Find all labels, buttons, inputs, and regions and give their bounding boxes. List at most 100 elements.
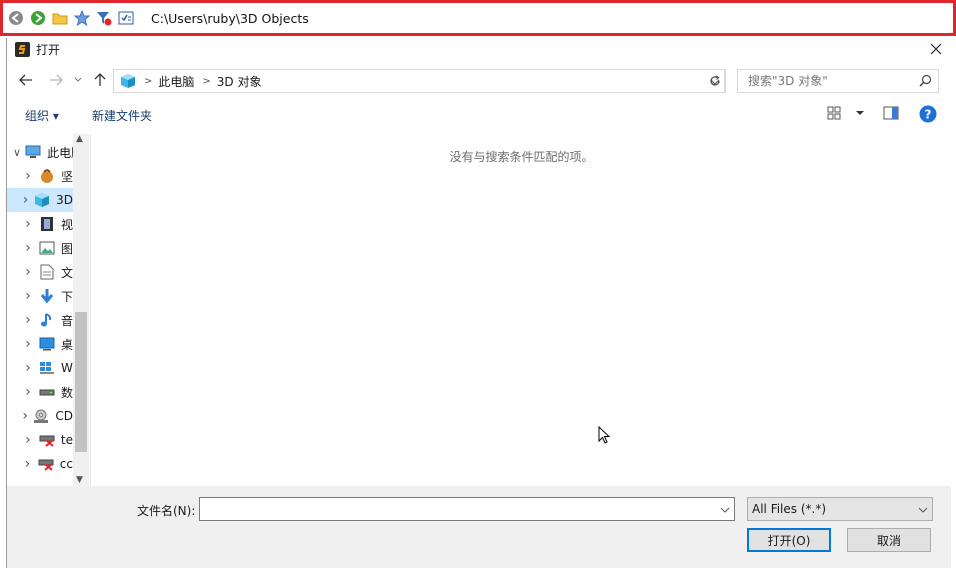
- chevron-right-icon[interactable]: ›: [21, 192, 30, 208]
- view-options-icon: [827, 106, 841, 120]
- tree-item-label: te: [60, 433, 73, 447]
- navigation-row: > 此电脑 > 3D 对象: [7, 66, 956, 94]
- change-view-button[interactable]: [827, 106, 865, 120]
- star-icon[interactable]: [73, 9, 91, 27]
- forward-button[interactable]: [45, 69, 67, 91]
- checklist-icon[interactable]: [117, 9, 135, 27]
- tree-item[interactable]: › 桌: [7, 332, 73, 356]
- file-type-select[interactable]: All Files (*.*): [747, 497, 933, 521]
- cancel-button[interactable]: 取消: [847, 528, 931, 552]
- close-icon: [930, 43, 942, 55]
- search-input[interactable]: [746, 73, 914, 89]
- navigation-pane: ∨此电脑›坚›3D›视›图›文›下›音›桌›W›数›CD›te›cc ▲ ▼: [7, 134, 89, 486]
- tree-item[interactable]: › te: [7, 428, 73, 452]
- tree-item[interactable]: ∨ 此电脑: [7, 140, 73, 164]
- tree-item-label: 3D: [56, 193, 73, 207]
- breadcrumb-this-pc[interactable]: 此电脑: [158, 73, 194, 90]
- tree-item[interactable]: › W: [7, 356, 73, 380]
- organize-button[interactable]: 组织 ▾: [25, 107, 59, 124]
- filename-input[interactable]: [204, 499, 704, 519]
- document-icon: [39, 264, 55, 280]
- refresh-icon: [709, 75, 720, 86]
- search-icon[interactable]: [919, 74, 932, 90]
- new-folder-button[interactable]: 新建文件夹: [92, 107, 152, 124]
- filename-combobox[interactable]: [199, 497, 735, 521]
- tree-item[interactable]: › 文: [7, 260, 73, 284]
- breadcrumb-separator: >: [144, 75, 153, 87]
- tree-item[interactable]: › 视: [7, 212, 73, 236]
- cube-icon: [120, 73, 136, 89]
- network-drive-error-icon: [38, 456, 54, 472]
- help-icon: ?: [919, 105, 937, 123]
- forward-globe-icon[interactable]: [29, 9, 47, 27]
- chevron-right-icon[interactable]: ›: [21, 216, 35, 232]
- chevron-right-icon[interactable]: ›: [21, 384, 35, 400]
- search-box[interactable]: [737, 69, 939, 93]
- tree-item-label: 桌: [61, 337, 73, 352]
- windows-drive-icon: [39, 360, 55, 376]
- cube-icon: [34, 192, 50, 208]
- file-type-dropdown[interactable]: [918, 502, 928, 516]
- chevron-right-icon[interactable]: ›: [21, 264, 35, 280]
- nut-icon: [39, 168, 55, 184]
- refresh-button[interactable]: [704, 69, 726, 93]
- command-bar: 组织 ▾ 新建文件夹 ?: [7, 100, 956, 130]
- tree-item[interactable]: › CD: [7, 404, 73, 428]
- chevron-right-icon[interactable]: ›: [21, 456, 34, 472]
- address-bar[interactable]: > 此电脑 > 3D 对象: [113, 69, 725, 93]
- tree-item[interactable]: › 图: [7, 236, 73, 260]
- preview-pane-button[interactable]: [883, 106, 899, 123]
- back-globe-icon[interactable]: [7, 9, 25, 27]
- filename-label: 文件名(N):: [137, 504, 196, 518]
- desktop-icon: [39, 336, 55, 352]
- chevron-right-icon[interactable]: ›: [21, 168, 35, 184]
- chevron-down-icon: [720, 507, 730, 513]
- breadcrumb-separator: >: [202, 75, 211, 87]
- filter-icon[interactable]: [95, 9, 113, 27]
- chevron-down-icon[interactable]: ∨: [13, 146, 21, 159]
- chevron-right-icon[interactable]: ›: [21, 432, 35, 448]
- network-drive-error-icon: [39, 432, 55, 448]
- breadcrumb-3d-objects[interactable]: 3D 对象: [217, 73, 262, 90]
- chevron-right-icon[interactable]: ›: [21, 408, 29, 424]
- tree-item-label: 视: [61, 217, 73, 232]
- open-file-dialog: 打开 > 此电脑 > 3D 对象 搜索"3D 对象" 组织 ▾ 新建文件夹 ? …: [6, 38, 956, 568]
- open-button[interactable]: 打开(O): [747, 528, 831, 552]
- back-button[interactable]: [15, 69, 37, 91]
- recent-locations-button[interactable]: [67, 69, 89, 91]
- preview-pane-icon: [883, 106, 899, 120]
- chevron-down-icon: [918, 507, 928, 513]
- chevron-right-icon[interactable]: ›: [21, 288, 35, 304]
- scroll-thumb[interactable]: [75, 312, 87, 452]
- tree-item[interactable]: › cc: [7, 452, 73, 476]
- scroll-down-icon[interactable]: ▼: [76, 475, 83, 485]
- filename-dropdown[interactable]: [720, 502, 730, 516]
- bottom-panel: 文件名(N): All Files (*.*) 打开(O) 取消: [7, 486, 951, 568]
- tree-item[interactable]: › 坚: [7, 164, 73, 188]
- tree-item-label: W: [61, 361, 73, 375]
- tree-item[interactable]: › 数: [7, 380, 73, 404]
- download-arrow-icon: [39, 288, 55, 304]
- music-note-icon: [39, 312, 55, 328]
- chevron-right-icon[interactable]: ›: [21, 360, 35, 376]
- picture-icon: [39, 240, 55, 256]
- tree-item[interactable]: › 音: [7, 308, 73, 332]
- drive-icon: [39, 384, 55, 400]
- tree-item[interactable]: › 下: [7, 284, 73, 308]
- chevron-right-icon[interactable]: ›: [21, 336, 35, 352]
- file-list-area[interactable]: 没有与搜索条件匹配的项。: [90, 134, 952, 486]
- nav-scrollbar[interactable]: ▲ ▼: [73, 134, 89, 486]
- up-button[interactable]: [89, 69, 111, 91]
- empty-message: 没有与搜索条件匹配的项。: [449, 150, 594, 164]
- help-button[interactable]: ?: [919, 105, 937, 126]
- folder-icon[interactable]: [51, 9, 69, 27]
- tree-item-label: 数: [61, 385, 73, 400]
- chevron-right-icon[interactable]: ›: [21, 312, 35, 328]
- cd-drive-icon: [33, 408, 49, 424]
- close-button[interactable]: [924, 38, 948, 60]
- svg-text:?: ?: [925, 108, 932, 122]
- scroll-up-icon[interactable]: ▲: [76, 134, 83, 144]
- tree-item[interactable]: › 3D: [7, 188, 73, 212]
- chevron-right-icon[interactable]: ›: [21, 240, 35, 256]
- chevron-down-icon: [856, 111, 864, 115]
